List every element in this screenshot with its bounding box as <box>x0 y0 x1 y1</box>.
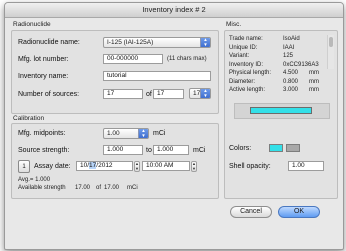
shell-opacity-label: Shell opacity: <box>229 163 271 170</box>
available-strength-of: of <box>96 185 102 191</box>
misc-value: 0.800 <box>283 78 299 85</box>
source-strength-label: Source strength: <box>18 147 70 154</box>
mfg-midpoints-label: Mfg. midpoints: <box>18 130 66 137</box>
assay-date-label: Assay date: <box>34 163 71 170</box>
available-strength-total: 17.00 <box>104 185 120 191</box>
misc-value: IAAI <box>283 44 295 51</box>
misc-value: 3.000 <box>283 87 299 93</box>
available-strength-value: 17.00 <box>75 185 91 191</box>
inventory-dialog: Inventory index # 2 Radionuclide Radionu… <box>4 2 344 250</box>
assay-date-year: /2012 <box>96 162 113 169</box>
number-of-sources-field[interactable]: 17 <box>103 89 143 99</box>
radionuclide-name-value: I-125 (IAI-125A) <box>107 39 154 46</box>
title-bar[interactable]: Inventory index # 2 <box>5 3 343 18</box>
misc-key: Inventory ID: <box>229 61 264 68</box>
ok-button[interactable]: OK <box>278 206 320 218</box>
misc-key: Trade name: <box>229 36 263 42</box>
misc-group-label: Misc. <box>226 21 242 28</box>
available-strength-label: Available strength <box>18 185 66 191</box>
popup-arrows-icon: ▲ ▼ <box>200 88 210 98</box>
radionuclide-group-label: Radionuclide <box>13 21 51 28</box>
calibration-group: Mfg. midpoints: 1.00 ▲ ▼ mCi Source stren… <box>11 123 219 199</box>
misc-unit: mm <box>309 78 319 85</box>
sources-total-field[interactable]: 17 <box>153 89 184 99</box>
radionuclide-name-popup[interactable]: I-125 (IAI-125A) ▲ ▼ <box>103 37 211 48</box>
misc-value: 125 <box>283 53 294 59</box>
misc-key: Active length: <box>229 87 266 93</box>
calendar-button[interactable]: 1 <box>18 160 30 173</box>
popup-arrows-icon: ▲ ▼ <box>138 128 148 138</box>
misc-value: 0xCC9136A3 <box>283 61 319 68</box>
number-of-sources-label: Number of sources: <box>18 91 80 98</box>
strength-to-label: to <box>146 147 152 154</box>
misc-key: Unique ID: <box>229 44 258 51</box>
misc-group: Trade name: IsoAid Unique ID: IAAI Variant: 1… <box>224 30 338 199</box>
mfg-lot-field[interactable]: 00-000000 <box>103 54 163 64</box>
sources-of-label: of <box>146 91 152 98</box>
shell-opacity-field[interactable]: 1.00 <box>288 161 324 171</box>
source-strength-max-field[interactable]: 1.000 <box>153 145 189 155</box>
inventory-name-field[interactable]: tutorial <box>103 71 211 81</box>
misc-key: Variant: <box>229 53 250 59</box>
misc-value: IsoAid <box>283 36 300 42</box>
misc-value: 4.500 <box>283 70 299 76</box>
strength-unit: mCi <box>193 147 206 154</box>
color-well-secondary[interactable] <box>286 144 300 152</box>
mfg-midpoints-popup[interactable]: 1.00 ▲ ▼ <box>103 128 149 139</box>
mfg-lot-label: Mfg. lot number: <box>18 56 69 63</box>
available-strength-unit: mCi <box>127 185 138 191</box>
misc-unit: mm <box>309 87 319 93</box>
color-well-primary[interactable] <box>269 144 283 152</box>
window-title: Inventory index # 2 <box>142 5 206 14</box>
calibration-group-label: Calibration <box>13 115 45 122</box>
average-text: Avg.= 1.000 <box>18 177 51 183</box>
colors-label: Colors: <box>229 145 252 152</box>
assay-time-field[interactable]: 10:00 AM <box>142 161 190 171</box>
misc-scroll-thumb[interactable] <box>329 37 333 47</box>
radionuclide-group: Radionuclide name: I-125 (IAI-125A) ▲ ▼ M… <box>11 30 219 114</box>
assay-date-field[interactable]: 10/17/2012 <box>76 161 133 171</box>
mfg-midpoints-value: 1.00 <box>107 130 120 137</box>
popup-arrows-icon: ▲ ▼ <box>200 37 210 47</box>
sources-popup[interactable]: 17 ▲ ▼ <box>189 88 211 99</box>
mfg-lot-hint: (11 chars max) <box>167 56 207 62</box>
inventory-name-label: Inventory name: <box>18 73 69 80</box>
time-stepper[interactable]: ▲ ▼ <box>191 161 197 172</box>
misc-key: Physical length: <box>229 70 272 76</box>
misc-unit: mm <box>309 70 319 76</box>
source-strength-min-field[interactable]: 1.000 <box>103 145 143 155</box>
cancel-button[interactable]: Cancel <box>230 206 272 218</box>
misc-key: Diameter: <box>229 78 256 85</box>
calendar-icon: 1 <box>22 164 26 170</box>
source-preview-shape <box>250 107 312 114</box>
misc-scrollbar[interactable] <box>327 35 334 69</box>
assay-date-month: 10/ <box>80 162 90 169</box>
date-stepper[interactable]: ▲ ▼ <box>134 161 140 172</box>
shape-preview-panel <box>234 103 330 119</box>
midpoints-unit: mCi <box>153 130 166 137</box>
radionuclide-name-label: Radionuclide name: <box>18 39 80 46</box>
